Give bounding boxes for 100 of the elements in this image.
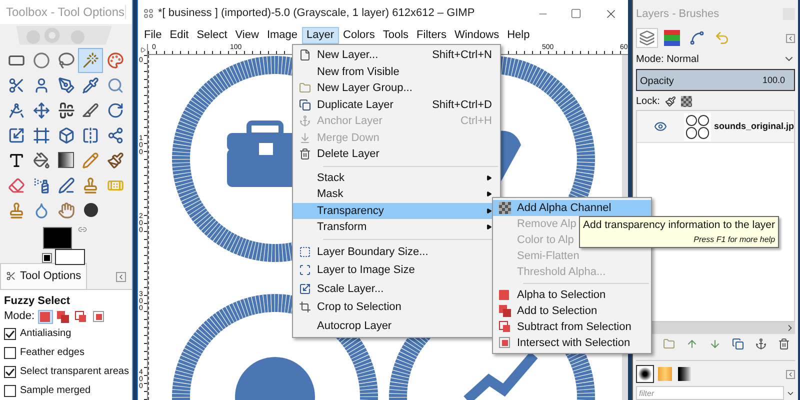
arrow-up-icon[interactable] [686,338,698,350]
undo-icon [714,30,730,46]
menu-item[interactable]: Delete Layer [293,146,500,162]
brush-icon[interactable] [664,96,676,106]
navigate-icon[interactable] [140,46,146,52]
tool-options-tab[interactable]: Tool Options [0,262,88,288]
overlapping-squares-icon [499,337,511,349]
layer-thumbnail [684,112,711,140]
submenu-arrow-icon [486,224,492,230]
menubar-item[interactable]: Tools [378,27,413,44]
move-icon [32,102,50,119]
menubar-item[interactable]: Image [262,27,302,44]
mode-button[interactable] [56,310,71,324]
menubar-item[interactable]: Layer [302,27,340,44]
checkbox[interactable] [4,384,16,396]
shortcut-label: Shift+Ctrl+D [432,98,492,112]
menu-item[interactable]: Mask [293,186,500,202]
brush-icon [107,152,124,169]
folder-icon [299,82,311,94]
checker-icon [499,202,511,214]
overlapping-squares-icon [93,310,106,322]
spray-icon [32,176,50,194]
menubar-item[interactable]: Filters [412,27,450,44]
submenu-arrow-icon [486,191,492,198]
menu-item[interactable]: New Layer... Shift+Ctrl+N [293,47,500,64]
menubar-item[interactable]: File [140,27,166,44]
foreground-color-swatch[interactable] [43,226,72,249]
overlapping-squares-icon [499,305,511,317]
menubar-item[interactable]: View [231,27,263,44]
dock-tab[interactable] [636,365,654,383]
eye-icon[interactable] [654,120,668,133]
nodes-icon [107,126,124,144]
checker-icon[interactable] [680,96,692,106]
mode-label: Mode: [4,309,35,324]
corners-icon [299,264,311,276]
menu-item[interactable]: New from Visible [293,64,500,80]
bucket-icon [32,152,50,169]
rotate-icon [107,102,124,119]
menu-item[interactable]: Subtract from Selection [493,319,651,335]
opacity-value: 100.0 [762,74,785,87]
eraser-icon [8,176,25,194]
background-color-swatch[interactable] [55,248,85,265]
menu-item[interactable]: New Layer Group... [293,80,500,96]
lock-label: Lock: [636,94,660,108]
menu-item[interactable]: Intersect with Selection [493,335,651,351]
tooltip-text: Add transparency information to the layer [583,218,776,233]
wand-icon [82,52,100,69]
tab-menu-icon[interactable] [786,370,795,378]
menu-item[interactable]: Duplicate Layer Shift+Ctrl+D [293,96,500,113]
shortcut-label: Ctrl+H [460,114,492,129]
duplicate-icon [299,98,311,111]
menu-item[interactable]: Add Alpha Channel [493,200,651,216]
flip-icon [82,126,100,144]
tab-menu-icon[interactable] [786,34,795,42]
duplicate-icon[interactable] [732,338,744,350]
app-icon [144,9,153,18]
mode-button[interactable] [74,310,89,324]
page-icon [299,49,311,62]
compass-icon [8,102,25,119]
arrow-down-icon[interactable] [709,338,722,350]
checkbox[interactable] [4,346,16,358]
pattern-preview-icon [658,367,672,381]
trash-icon[interactable] [778,338,790,350]
anchor-icon[interactable] [754,338,767,350]
trash-icon [299,148,311,160]
menu-item[interactable]: Alpha to Selection [493,287,651,303]
tool-name: Fuzzy Select [4,294,72,308]
menubar-item[interactable]: Help [503,27,534,44]
checkbox[interactable] [4,366,16,378]
checkbox-label: Feather edges [20,346,84,360]
mode-dropdown[interactable]: Mode: Normal [636,50,795,68]
pen-icon [58,76,75,94]
filter-field[interactable]: filter [636,386,784,400]
menu-item[interactable]: Stack [293,170,500,186]
opacity-slider[interactable]: Opacity 100.0 [636,69,795,91]
scale-icon [299,282,311,295]
menubar-item[interactable]: Select [192,27,232,44]
dashed-square-icon [299,246,311,258]
layer-name: sounds_original.jp [714,120,794,133]
dock-tab[interactable] [676,365,694,383]
box-icon [58,126,75,144]
magnifier-icon [107,76,124,94]
menu-item[interactable]: Add to Selection [493,303,651,319]
overlapping-squares-icon [57,310,70,322]
checkbox-label: Antialiasing [20,327,72,341]
swap-colors-icon[interactable] [78,224,87,234]
menubar-item[interactable]: Edit [166,27,193,44]
checkbox-label: Sample merged [20,384,91,398]
mode-button[interactable] [38,310,53,324]
checkbox[interactable] [4,328,16,340]
brush-preview-icon [638,367,652,381]
window-title: Toolbox - Tool Options [6,4,125,21]
ellipse-icon [32,52,50,69]
reset-colors-icon[interactable] [43,254,51,262]
layers-icon [639,30,655,46]
mode-button[interactable] [92,310,107,324]
shortcut-label: Shift+Ctrl+N [432,48,492,63]
menubar-item[interactable]: Colors [339,27,379,44]
layer-row[interactable]: sounds_original.jp [637,111,794,143]
menubar-item[interactable]: Windows [450,27,504,44]
